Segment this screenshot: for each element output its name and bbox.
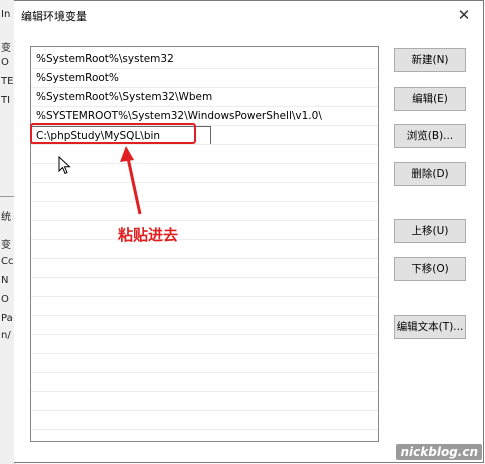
annotation-text: 粘贴进去 bbox=[118, 226, 179, 244]
annotation-arrow-icon bbox=[120, 146, 142, 215]
mouse-cursor-icon bbox=[58, 156, 71, 175]
watermark: nickblog.cn bbox=[396, 444, 482, 460]
